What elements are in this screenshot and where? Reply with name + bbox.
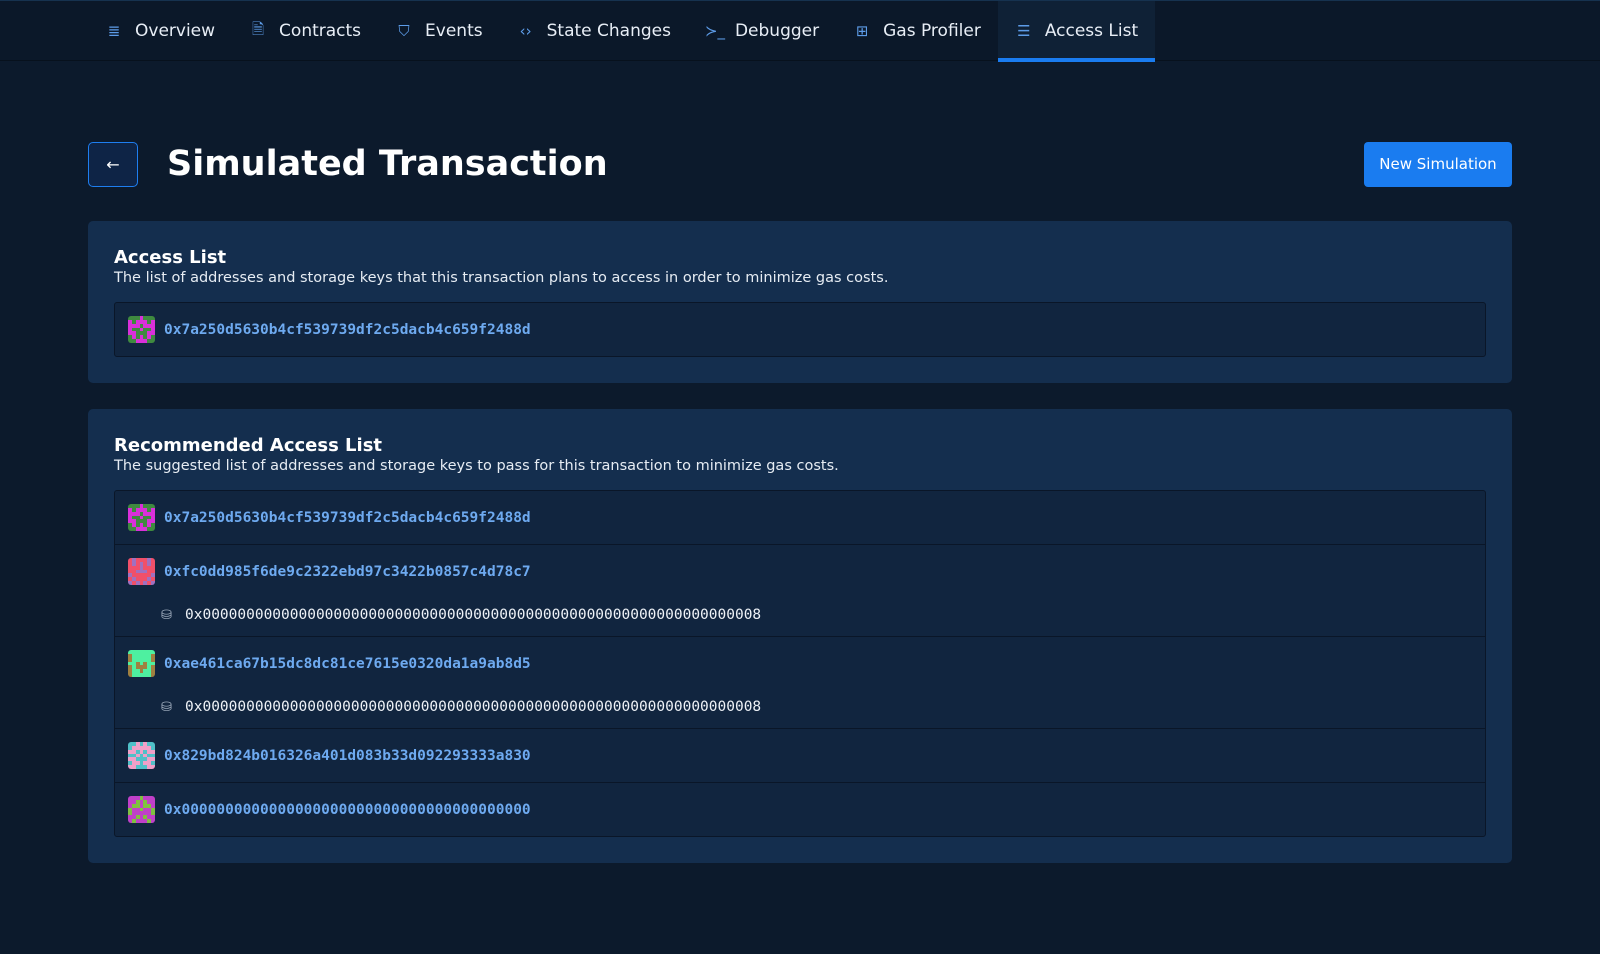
tab-gas-profiler[interactable]: ⊞ Gas Profiler (836, 1, 998, 61)
list-item: 0xae461ca67b15dc8dc81ce7615e0320da1a9ab8… (115, 636, 1485, 728)
storage-key-value: 0x00000000000000000000000000000000000000… (185, 699, 762, 715)
bookmark-icon: ⛉ (398, 22, 410, 40)
list-item: 0x7a250d5630b4cf539739df2c5dacb4c659f248… (115, 303, 1485, 356)
tab-label: Gas Profiler (883, 21, 981, 41)
tab-events[interactable]: ⛉ Events (378, 1, 500, 61)
new-simulation-button[interactable]: New Simulation (1364, 141, 1512, 187)
tab-overview[interactable]: ≣ Overview (88, 1, 232, 61)
chip-icon: ⊞ (855, 22, 869, 40)
tab-label: Access List (1044, 21, 1139, 41)
storage-key: ⛁ 0x0000000000000000000000000000000000000… (115, 594, 1485, 636)
storage-key-value: 0x00000000000000000000000000000000000000… (185, 607, 762, 623)
identicon-avatar (128, 742, 155, 769)
tab-label: Contracts (279, 21, 362, 41)
access-list-card: Access List The list of addresses and st… (88, 221, 1512, 383)
tab-access-list[interactable]: ☰ Access List (997, 1, 1156, 62)
identicon-avatar (128, 316, 155, 343)
arrow-left-icon: ← (106, 154, 120, 174)
identicon-avatar (128, 796, 155, 823)
tab-debugger[interactable]: ≻_ Debugger (688, 1, 836, 61)
code-icon: ‹› (519, 22, 532, 40)
list-item: 0x00000000000000000000000000000000000000… (115, 782, 1485, 836)
document-icon: 🗎 (252, 19, 265, 38)
section-title: Access List (114, 247, 227, 268)
access-list: 0x7a250d5630b4cf539739df2c5dacb4c659f248… (114, 302, 1486, 357)
recommended-access-list: 0x7a250d5630b4cf539739df2c5dacb4c659f248… (114, 490, 1486, 837)
section-title: Recommended Access List (114, 435, 383, 456)
recommended-access-list-card: Recommended Access List The suggested li… (88, 409, 1512, 863)
database-icon: ⛁ (161, 699, 172, 715)
top-nav: ≣ Overview 🗎 Contracts ⛉ Events ‹› State Change… (0, 0, 1600, 62)
address-link[interactable]: 0x7a250d5630b4cf539739df2c5dacb4c659f248… (164, 510, 531, 526)
terminal-icon: ≻_ (704, 22, 726, 40)
tab-label: Overview (135, 21, 216, 41)
list-item: 0x829bd824b016326a401d083b33d092293333a8… (115, 728, 1485, 782)
identicon-avatar (128, 504, 155, 531)
address-link[interactable]: 0xfc0dd985f6de9c2322ebd97c3422b0857c4d78… (164, 564, 531, 580)
list-bullets-icon: ☰ (1017, 22, 1031, 40)
tab-label: State Changes (546, 21, 671, 41)
list-item: 0x7a250d5630b4cf539739df2c5dacb4c659f248… (115, 491, 1485, 544)
address-link[interactable]: 0x829bd824b016326a401d083b33d092293333a8… (164, 748, 531, 764)
tab-state-changes[interactable]: ‹› State Changes (500, 1, 688, 61)
tab-label: Events (425, 21, 483, 41)
section-description: The list of addresses and storage keys t… (114, 270, 889, 286)
identicon-avatar (128, 558, 155, 585)
address-link[interactable]: 0x00000000000000000000000000000000000000… (164, 802, 531, 818)
database-icon: ⛁ (161, 607, 172, 623)
tab-contracts[interactable]: 🗎 Contracts (232, 1, 378, 61)
page-title: Simulated Transaction (167, 144, 608, 184)
address-link[interactable]: 0xae461ca67b15dc8dc81ce7615e0320da1a9ab8… (164, 656, 531, 672)
storage-key: ⛁ 0x0000000000000000000000000000000000000… (115, 686, 1485, 728)
identicon-avatar (128, 650, 155, 677)
page-header: ← Simulated Transaction New Simulation (0, 61, 1600, 221)
address-link[interactable]: 0x7a250d5630b4cf539739df2c5dacb4c659f248… (164, 322, 531, 338)
section-description: The suggested list of addresses and stor… (114, 458, 839, 474)
list-item: 0xfc0dd985f6de9c2322ebd97c3422b0857c4d78… (115, 544, 1485, 636)
tab-label: Debugger (734, 21, 820, 41)
back-button[interactable]: ← (88, 141, 138, 187)
list-icon: ≣ (107, 22, 121, 40)
